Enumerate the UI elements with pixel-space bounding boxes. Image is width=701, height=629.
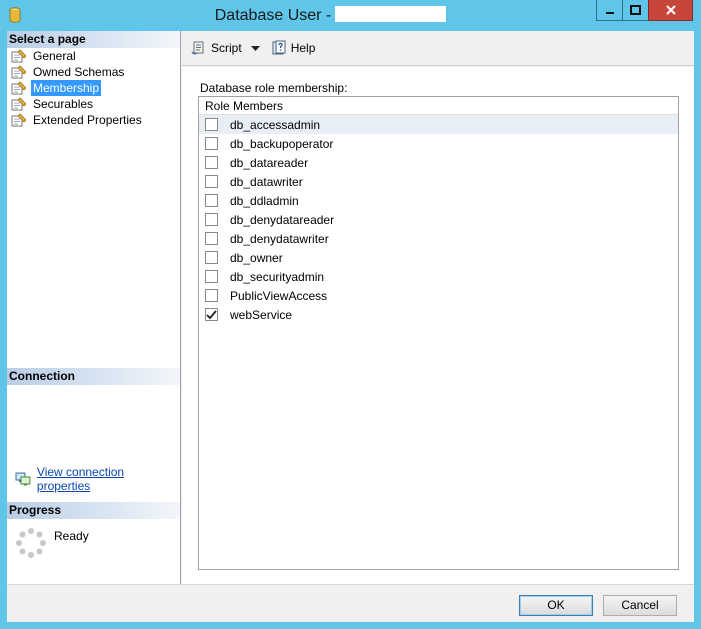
page-item-label: Owned Schemas — [33, 65, 125, 79]
page-item-general[interactable]: General — [7, 48, 180, 64]
maximize-button[interactable] — [622, 0, 649, 21]
connection-icon — [15, 472, 31, 486]
role-row[interactable]: PublicViewAccess — [199, 286, 678, 305]
role-row[interactable]: db_ddladmin — [199, 191, 678, 210]
role-name: webService — [230, 307, 293, 322]
role-name: PublicViewAccess — [230, 288, 328, 303]
script-icon — [191, 41, 204, 55]
membership-content: Database role membership: Role Members d… — [182, 67, 694, 584]
role-members-column-header[interactable]: Role Members — [199, 97, 678, 115]
help-button[interactable]: Help — [268, 37, 319, 59]
role-name: db_datareader — [230, 155, 309, 170]
page-wrench-icon — [11, 113, 27, 127]
role-row[interactable]: webService — [199, 305, 678, 324]
page-item-membership[interactable]: Membership — [7, 80, 180, 96]
progress-header: Progress — [7, 502, 180, 519]
minimize-button[interactable] — [596, 0, 623, 21]
close-button[interactable] — [648, 0, 693, 21]
role-rows: db_accessadmin db_backupoperator db_datare… — [199, 115, 678, 324]
role-checkbox[interactable] — [205, 251, 218, 264]
role-checkbox[interactable] — [205, 308, 218, 321]
role-checkbox[interactable] — [205, 194, 218, 207]
role-row[interactable]: db_denydatareader — [199, 210, 678, 229]
checkmark-icon — [206, 309, 217, 319]
role-row[interactable]: db_securityadmin — [199, 267, 678, 286]
role-row[interactable]: db_datawriter — [199, 172, 678, 191]
script-button[interactable]: Script — [188, 37, 245, 59]
minimize-icon — [605, 12, 614, 14]
role-row[interactable]: db_datareader — [199, 153, 678, 172]
script-label: Script — [211, 41, 242, 55]
page-item-owned-schemas[interactable]: Owned Schemas — [7, 64, 180, 80]
role-row[interactable]: db_accessadmin — [199, 115, 678, 134]
role-checkbox[interactable] — [205, 118, 218, 131]
role-row[interactable]: db_owner — [199, 248, 678, 267]
view-connection-properties-link[interactable]: View connection properties — [15, 465, 180, 493]
page-wrench-icon — [11, 81, 27, 95]
role-checkbox[interactable] — [205, 289, 218, 302]
role-membership-grid[interactable]: Role Members db_accessadmin db_backupoper… — [198, 96, 679, 570]
role-checkbox[interactable] — [205, 137, 218, 150]
role-name: db_owner — [230, 250, 283, 265]
page-wrench-icon — [11, 49, 27, 63]
role-membership-label: Database role membership: — [200, 81, 348, 95]
dialog-client-area: Select a page General Owned Schemas Member… — [7, 31, 694, 622]
page-list: General Owned Schemas Membership Securables… — [7, 48, 180, 128]
progress-spinner-icon — [16, 528, 46, 558]
redacted-name — [335, 6, 447, 22]
connection-header: Connection — [7, 368, 180, 385]
role-row[interactable]: db_denydatawriter — [199, 229, 678, 248]
role-checkbox[interactable] — [205, 175, 218, 188]
close-icon — [665, 5, 676, 15]
help-icon — [272, 40, 286, 55]
page-item-label: Membership — [31, 80, 102, 96]
role-checkbox[interactable] — [205, 156, 218, 169]
role-name: db_securityadmin — [230, 269, 325, 284]
page-item-label: General — [33, 49, 76, 63]
role-name: db_backupoperator — [230, 136, 334, 151]
connection-link-text[interactable]: View connection properties — [37, 465, 180, 493]
role-name: db_ddladmin — [230, 193, 299, 208]
maximize-icon — [630, 5, 641, 15]
select-page-header: Select a page — [7, 31, 180, 48]
toolbar: Script Help — [182, 31, 694, 66]
script-dropdown-button[interactable] — [250, 41, 260, 55]
connection-section: Connection — [7, 368, 180, 385]
role-name: db_denydatawriter — [230, 231, 329, 246]
page-wrench-icon — [11, 97, 27, 111]
help-label: Help — [290, 41, 316, 55]
page-item-label: Securables — [33, 97, 94, 111]
title-bar[interactable]: Database User - — [0, 0, 701, 30]
role-checkbox[interactable] — [205, 232, 218, 245]
role-checkbox[interactable] — [205, 213, 218, 226]
role-name: db_accessadmin — [230, 117, 321, 132]
page-item-label: Extended Properties — [33, 113, 142, 127]
page-item-extended-properties[interactable]: Extended Properties — [7, 112, 180, 128]
chevron-down-icon — [250, 46, 260, 51]
role-row[interactable]: db_backupoperator — [199, 134, 678, 153]
button-bar: OK Cancel — [7, 584, 694, 622]
role-name: db_datawriter — [230, 174, 303, 189]
ok-button[interactable]: OK — [519, 595, 593, 616]
progress-status: Ready — [54, 529, 89, 543]
cancel-button[interactable]: Cancel — [603, 595, 677, 616]
role-checkbox[interactable] — [205, 270, 218, 283]
page-wrench-icon — [11, 65, 27, 79]
progress-section: Progress — [7, 502, 180, 519]
left-panel: Select a page General Owned Schemas Member… — [7, 31, 181, 584]
role-name: db_denydatareader — [230, 212, 335, 227]
page-item-securables[interactable]: Securables — [7, 96, 180, 112]
